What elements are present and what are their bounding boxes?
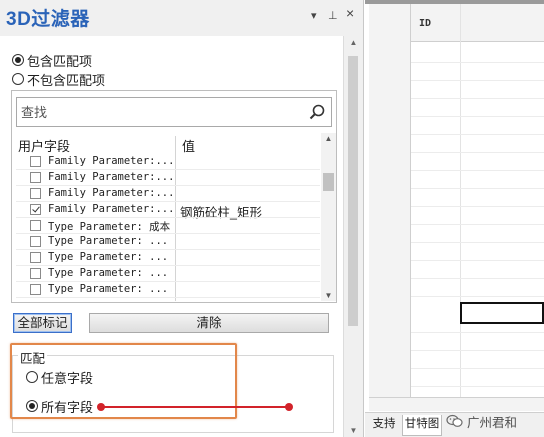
list-item[interactable]: Type Parameter: 成本 (16, 218, 320, 234)
row-checkbox[interactable] (30, 268, 41, 279)
scrollbar-thumb[interactable] (323, 173, 334, 191)
grid-row-line (411, 62, 544, 63)
row-checkbox[interactable] (30, 156, 41, 167)
row-field-name: Type Parameter: ... (48, 283, 169, 295)
column-header-id[interactable]: ID (419, 18, 431, 29)
grid-row-line (411, 332, 544, 333)
radio-exclude-matches[interactable]: 不包含匹配项 (12, 71, 106, 88)
scroll-up-icon[interactable]: ▲ (321, 134, 336, 143)
filter-panel: 3D过滤器 ▾ ⊥ × ▲ ▼ 包含匹配项 不包含匹配项 用户字段 值 (0, 0, 364, 437)
radio-button-selected[interactable] (12, 54, 24, 66)
list-item[interactable]: Type Parameter: ... (16, 266, 320, 282)
row-field-name: Family Parameter:... (48, 203, 175, 215)
row-field-name: Type Parameter: ... (48, 251, 169, 263)
close-icon[interactable]: × (346, 6, 354, 20)
grid-column-header[interactable]: ID (411, 4, 544, 42)
grid-row-line (411, 98, 544, 99)
grid-row-line (411, 116, 544, 117)
radio-label: 包含匹配项 (27, 53, 93, 69)
data-grid: ID (365, 0, 544, 437)
list-item[interactable]: Family Parameter:... 钢筋砼柱_矩形 (16, 202, 320, 220)
panel-title: 3D过滤器 (6, 9, 90, 30)
column-headers: 用户字段 值 (16, 136, 320, 155)
row-field-name: Type Parameter: ... (48, 235, 169, 247)
selected-grid-cell[interactable] (460, 302, 544, 324)
radio-include-matches[interactable]: 包含匹配项 (12, 52, 93, 69)
grid-row-line (411, 368, 544, 369)
grid-row-line (411, 80, 544, 81)
row-field-name: Type Parameter: 成本 (48, 221, 171, 233)
grid-horizontal-scrollbar[interactable] (369, 397, 544, 411)
dropdown-arrow-icon[interactable]: ▾ (311, 10, 317, 22)
clear-button[interactable]: 清除 (89, 313, 329, 333)
grid-row-line (411, 170, 544, 171)
mark-all-button[interactable]: 全部标记 (13, 313, 72, 333)
row-checkbox[interactable] (30, 236, 41, 247)
scrollbar-thumb[interactable] (348, 56, 358, 326)
watermark: 广州君和 (446, 411, 517, 431)
grid-row-header (369, 4, 411, 397)
grid-row-line (411, 386, 544, 387)
row-field-name: Family Parameter:... (48, 155, 175, 167)
radio-button[interactable] (12, 73, 24, 85)
list-item[interactable]: Family Parameter:... (16, 170, 320, 186)
scroll-down-icon[interactable]: ▼ (321, 291, 336, 300)
wechat-icon (446, 414, 463, 427)
grid-row-line (411, 260, 544, 261)
tab-support[interactable]: 支持 (369, 415, 399, 436)
row-field-name: Family Parameter:... (48, 187, 175, 199)
panel-header: 3D过滤器 ▾ ⊥ × (0, 0, 364, 32)
row-checkbox[interactable] (30, 284, 41, 295)
watermark-text: 广州君和 (467, 415, 518, 430)
tab-gantt-chart[interactable]: 甘特图 (402, 415, 442, 436)
list-item[interactable]: Type Parameter: ... (16, 234, 320, 250)
scroll-down-icon[interactable]: ▼ (344, 426, 363, 435)
list-item[interactable]: Family Parameter:... (16, 186, 320, 202)
column-header-field[interactable]: 用户字段 (18, 136, 70, 155)
grid-row-line (411, 278, 544, 279)
grid-row-line (411, 242, 544, 243)
search-icon[interactable] (309, 104, 325, 120)
radio-label: 不包含匹配项 (27, 72, 106, 88)
row-field-name: Type Parameter: ... (48, 267, 169, 279)
row-checkbox[interactable] (30, 252, 41, 263)
list-item[interactable]: Family Parameter:... (16, 154, 320, 170)
scroll-up-icon[interactable]: ▲ (344, 38, 363, 47)
grid-row-line (411, 134, 544, 135)
grid-row-line (411, 206, 544, 207)
annotation-dot (97, 403, 105, 411)
row-checkbox[interactable] (30, 220, 41, 231)
list-item[interactable]: Type Parameter: ... (16, 282, 320, 298)
list-scrollbar[interactable]: ▲ ▼ (321, 133, 336, 301)
search-box[interactable] (16, 97, 332, 127)
grid-row-line (411, 350, 544, 351)
column-header-value[interactable]: 值 (182, 136, 195, 155)
field-list-box: 用户字段 值 Family Parameter:... Family Param… (11, 90, 337, 303)
list-item[interactable]: Type Parameter: ... (16, 250, 320, 266)
grid-row-line (411, 296, 544, 297)
grid-row-line (411, 188, 544, 189)
row-checkbox[interactable] (30, 172, 41, 183)
panel-scrollbar[interactable]: ▲ ▼ (343, 36, 362, 437)
annotation-pointer-line (100, 406, 290, 408)
grid-row-line (411, 152, 544, 153)
search-input[interactable] (21, 102, 291, 122)
row-field-name: Family Parameter:... (48, 171, 175, 183)
row-checkbox[interactable] (30, 188, 41, 199)
pin-icon[interactable]: ⊥ (328, 10, 338, 22)
grid-row-line (411, 224, 544, 225)
row-checkbox-checked[interactable] (30, 204, 41, 215)
row-divider (16, 297, 320, 298)
annotation-dot (285, 403, 293, 411)
